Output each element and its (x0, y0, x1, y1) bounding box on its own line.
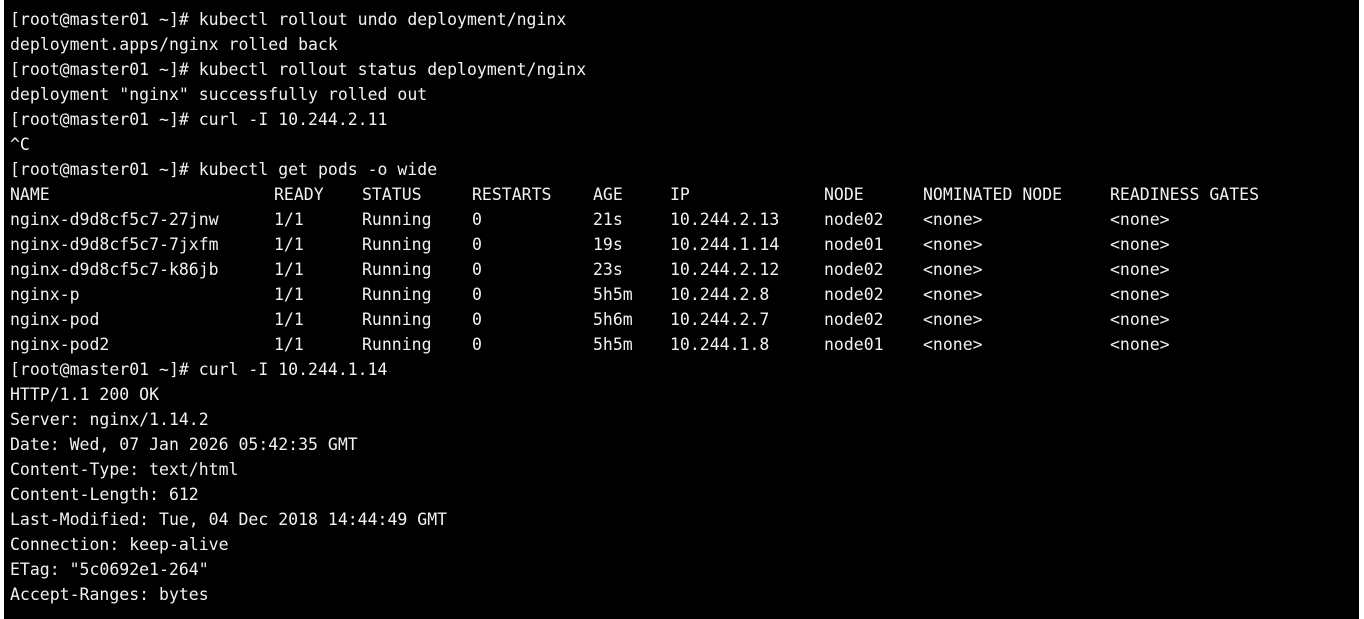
pod-ip: 10.244.2.12 (670, 260, 780, 279)
terminal-window[interactable]: [root@master01 ~]# kubectl rollout undo … (4, 0, 1359, 619)
pod-readiness-gates: <none> (1110, 285, 1170, 304)
pod-ready: 1/1 (274, 335, 304, 354)
prompt-line: [root@master01 ~]# kubectl rollout undo … (10, 10, 567, 29)
output-line: Accept-Ranges: bytes (10, 585, 209, 604)
prompt-line: [root@master01 ~]# curl -I 10.244.1.14 (10, 360, 388, 379)
pod-age: 5h6m (593, 310, 633, 329)
pod-nominated-node: <none> (923, 210, 983, 229)
pod-readiness-gates: <none> (1110, 335, 1170, 354)
pod-status: Running (362, 260, 432, 279)
pod-age: 5h5m (593, 285, 633, 304)
header-age: AGE (593, 185, 623, 204)
pod-restarts: 0 (472, 285, 482, 304)
pod-status: Running (362, 335, 432, 354)
pod-node: node02 (824, 285, 884, 304)
pod-name: nginx-d9d8cf5c7-7jxfm (10, 235, 219, 254)
pod-age: 19s (593, 235, 623, 254)
pods-table-header: NAME READY STATUS RESTARTS AGE IP NODE N… (10, 182, 1359, 207)
pod-node: node02 (824, 260, 884, 279)
output-line: ETag: "5c0692e1-264" (10, 560, 209, 579)
pod-restarts: 0 (472, 310, 482, 329)
output-line: ^C (10, 135, 30, 154)
pod-readiness-gates: <none> (1110, 310, 1170, 329)
pod-nominated-node: <none> (923, 285, 983, 304)
pod-ip: 10.244.1.8 (670, 335, 770, 354)
pod-ready: 1/1 (274, 260, 304, 279)
pod-status: Running (362, 310, 432, 329)
pod-name: nginx-p (10, 285, 80, 304)
output-line: Content-Length: 612 (10, 485, 199, 504)
pod-name: nginx-pod (10, 310, 100, 329)
header-ready: READY (274, 185, 324, 204)
prompt-line: [root@master01 ~]# kubectl get pods -o w… (10, 160, 438, 179)
pod-status: Running (362, 235, 432, 254)
pod-nominated-node: <none> (923, 260, 983, 279)
pod-ready: 1/1 (274, 235, 304, 254)
pod-name: nginx-d9d8cf5c7-k86jb (10, 260, 219, 279)
output-line: deployment.apps/nginx rolled back (10, 35, 338, 54)
header-ip: IP (670, 185, 690, 204)
pod-node: node01 (824, 235, 884, 254)
pod-node: node02 (824, 310, 884, 329)
table-row: nginx-pod 1/1 Running 0 5h6m 10.244.2.7 … (10, 307, 1359, 332)
pod-node: node01 (824, 335, 884, 354)
pod-restarts: 0 (472, 260, 482, 279)
pod-status: Running (362, 285, 432, 304)
terminal-output-after: [root@master01 ~]# curl -I 10.244.1.14 H… (10, 357, 1359, 607)
pod-name: nginx-d9d8cf5c7-27jnw (10, 210, 219, 229)
header-readiness-gates: READINESS GATES (1110, 185, 1260, 204)
output-line: deployment "nginx" successfully rolled o… (10, 85, 428, 104)
table-row: nginx-d9d8cf5c7-7jxfm 1/1 Running 0 19s … (10, 232, 1359, 257)
pod-ip: 10.244.2.7 (670, 310, 770, 329)
pod-readiness-gates: <none> (1110, 260, 1170, 279)
terminal-output-before: [root@master01 ~]# kubectl rollout undo … (10, 7, 1359, 182)
pod-ready: 1/1 (274, 310, 304, 329)
table-row: nginx-pod2 1/1 Running 0 5h5m 10.244.1.8… (10, 332, 1359, 357)
table-row: nginx-p 1/1 Running 0 5h5m 10.244.2.8 no… (10, 282, 1359, 307)
pod-nominated-node: <none> (923, 310, 983, 329)
pod-nominated-node: <none> (923, 235, 983, 254)
pod-age: 21s (593, 210, 623, 229)
pod-restarts: 0 (472, 235, 482, 254)
output-line: HTTP/1.1 200 OK (10, 385, 160, 404)
pod-ready: 1/1 (274, 285, 304, 304)
header-name: NAME (10, 185, 50, 204)
pod-ip: 10.244.1.14 (670, 235, 780, 254)
output-line: Server: nginx/1.14.2 (10, 410, 209, 429)
pod-age: 23s (593, 260, 623, 279)
pod-node: node02 (824, 210, 884, 229)
output-line: Last-Modified: Tue, 04 Dec 2018 14:44:49… (10, 510, 448, 529)
pod-age: 5h5m (593, 335, 633, 354)
pod-ip: 10.244.2.13 (670, 210, 780, 229)
header-restarts: RESTARTS (472, 185, 552, 204)
pod-nominated-node: <none> (923, 335, 983, 354)
header-status: STATUS (362, 185, 422, 204)
table-row: nginx-d9d8cf5c7-k86jb 1/1 Running 0 23s … (10, 257, 1359, 282)
pods-table: NAME READY STATUS RESTARTS AGE IP NODE N… (10, 182, 1359, 357)
prompt-line: [root@master01 ~]# kubectl rollout statu… (10, 60, 587, 79)
header-node: NODE (824, 185, 864, 204)
table-row: nginx-d9d8cf5c7-27jnw 1/1 Running 0 21s … (10, 207, 1359, 232)
output-line: Content-Type: text/html (10, 460, 239, 479)
pod-status: Running (362, 210, 432, 229)
pod-ready: 1/1 (274, 210, 304, 229)
output-line: Connection: keep-alive (10, 535, 229, 554)
pod-restarts: 0 (472, 210, 482, 229)
pod-readiness-gates: <none> (1110, 210, 1170, 229)
pod-readiness-gates: <none> (1110, 235, 1170, 254)
prompt-line: [root@master01 ~]# curl -I 10.244.2.11 (10, 110, 388, 129)
header-nominated-node: NOMINATED NODE (923, 185, 1063, 204)
output-line: Date: Wed, 07 Jan 2026 05:42:35 GMT (10, 435, 358, 454)
pod-ip: 10.244.2.8 (670, 285, 770, 304)
pod-restarts: 0 (472, 335, 482, 354)
pod-name: nginx-pod2 (10, 335, 110, 354)
